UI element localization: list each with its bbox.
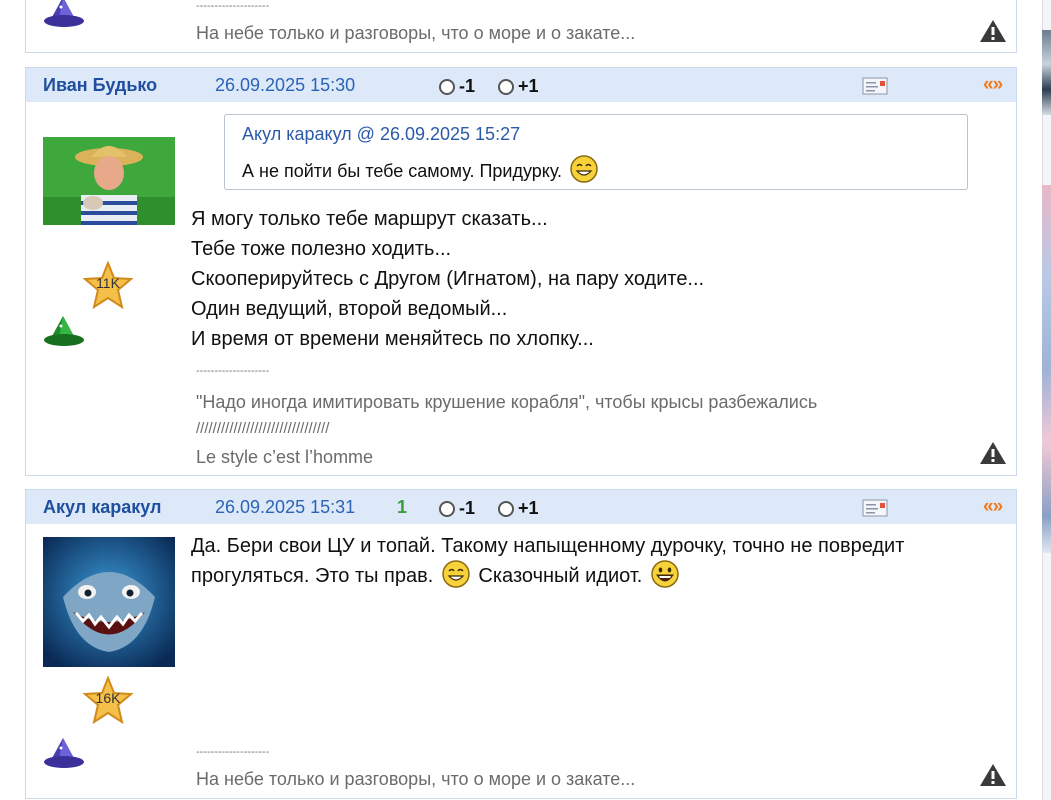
post-date[interactable]: 26.09.2025 15:31 xyxy=(215,497,355,518)
wizard-hat-icon xyxy=(44,316,84,346)
signature-line: Le style c’est l’homme xyxy=(196,447,374,467)
post-author[interactable]: Иван Будько xyxy=(43,75,157,96)
vote-plus[interactable]: +1 xyxy=(498,498,539,519)
signature-text: На небе только и разговоры, что о море и… xyxy=(196,23,636,43)
vote-plus-label: +1 xyxy=(518,76,539,96)
post-header: Иван Будько 26.09.2025 15:30 -1 +1 «» xyxy=(26,68,1016,102)
signature-separator: -------------------- xyxy=(196,746,270,758)
post-body-line: Я могу только тебе маршрут сказать... xyxy=(191,208,548,230)
post-body-line: Да. Бери свои ЦУ и топай. Такому напыщен… xyxy=(191,535,905,557)
vote-minus[interactable]: -1 xyxy=(439,76,475,97)
vote-minus-label: -1 xyxy=(459,498,476,518)
post-body-fragment: прогуляться. Это ты прав. xyxy=(191,565,434,587)
warning-icon[interactable] xyxy=(979,763,1007,787)
avatar xyxy=(43,137,175,225)
signature-line: //////////////////////////////// xyxy=(196,420,330,437)
post-body: Я могу только тебе маршрут сказать... Те… xyxy=(191,204,704,354)
forum-post: Акул каракул 26.09.2025 15:31 1 -1 +1 «» xyxy=(25,489,1017,799)
side-image-top xyxy=(1042,30,1051,115)
smiley-icon xyxy=(570,155,598,183)
vote-plus-label: +1 xyxy=(518,498,539,518)
star-badge-icon: 11K xyxy=(82,260,134,310)
vote-minus-radio[interactable] xyxy=(439,500,455,517)
post-body-line: Тебе тоже полезно ходить... xyxy=(191,238,452,260)
post-body-line: Скооперируйтесь с Другом (Игнатом), на п… xyxy=(191,268,705,290)
post-body-line: И время от времени меняйтесь по хлопку..… xyxy=(191,328,594,350)
warning-icon[interactable] xyxy=(979,441,1007,465)
post-body-line: Один ведущий, второй ведомый... xyxy=(191,298,508,320)
right-edge-strip xyxy=(1042,0,1051,800)
vote-plus-radio[interactable] xyxy=(498,500,514,517)
quote-text: А не пойти бы тебе самому. Придурку. xyxy=(242,155,601,184)
post-header: Акул каракул 26.09.2025 15:31 1 -1 +1 «» xyxy=(26,490,1016,524)
quote-header[interactable]: Акул каракул @ 26.09.2025 15:27 xyxy=(242,124,520,145)
quote-link[interactable]: «» xyxy=(983,496,1003,518)
vote-plus-radio[interactable] xyxy=(498,78,514,95)
star-badge-count: 16K xyxy=(95,690,121,706)
vote-plus[interactable]: +1 xyxy=(498,76,539,97)
signature-text: На небе только и разговоры, что о море и… xyxy=(196,769,636,789)
signature-line: "Надо иногда имитировать крушение корабл… xyxy=(196,392,818,412)
side-image-bottom xyxy=(1042,185,1051,553)
post-body-fragment: Сказочный идиот. xyxy=(478,565,643,587)
smiley-icon xyxy=(442,559,470,588)
quote-link[interactable]: «» xyxy=(983,74,1003,96)
quote-text-content: А не пойти бы тебе самому. Придурку. xyxy=(242,160,563,181)
vote-minus-radio[interactable] xyxy=(439,78,455,95)
post-body: Да. Бери свои ЦУ и топай. Такому напыщен… xyxy=(191,531,904,591)
star-badge-count: 11K xyxy=(96,275,120,291)
post-date[interactable]: 26.09.2025 15:30 xyxy=(215,75,355,96)
quote-box: Акул каракул @ 26.09.2025 15:27 А не пой… xyxy=(224,114,968,190)
vote-minus[interactable]: -1 xyxy=(439,498,475,519)
warning-icon[interactable] xyxy=(979,19,1007,43)
wizard-hat-icon xyxy=(44,0,84,27)
signature-separator: -------------------- xyxy=(196,365,270,377)
forum-post: Иван Будько 26.09.2025 15:30 -1 +1 «» 11… xyxy=(25,67,1017,476)
signature-separator: -------------------- xyxy=(196,0,270,12)
laugh-icon xyxy=(651,559,679,588)
star-badge-icon: 16K xyxy=(82,675,134,725)
message-icon[interactable] xyxy=(862,499,888,517)
wizard-hat-icon xyxy=(44,738,84,768)
post-rating: 1 xyxy=(397,497,408,517)
forum-post: -------------------- На небе только и ра… xyxy=(25,0,1017,53)
post-author[interactable]: Акул каракул xyxy=(43,497,161,518)
post-body-line: прогуляться. Это ты прав. Сказочный идио… xyxy=(191,559,904,591)
vote-minus-label: -1 xyxy=(459,76,476,96)
avatar xyxy=(43,537,175,667)
message-icon[interactable] xyxy=(862,77,888,95)
